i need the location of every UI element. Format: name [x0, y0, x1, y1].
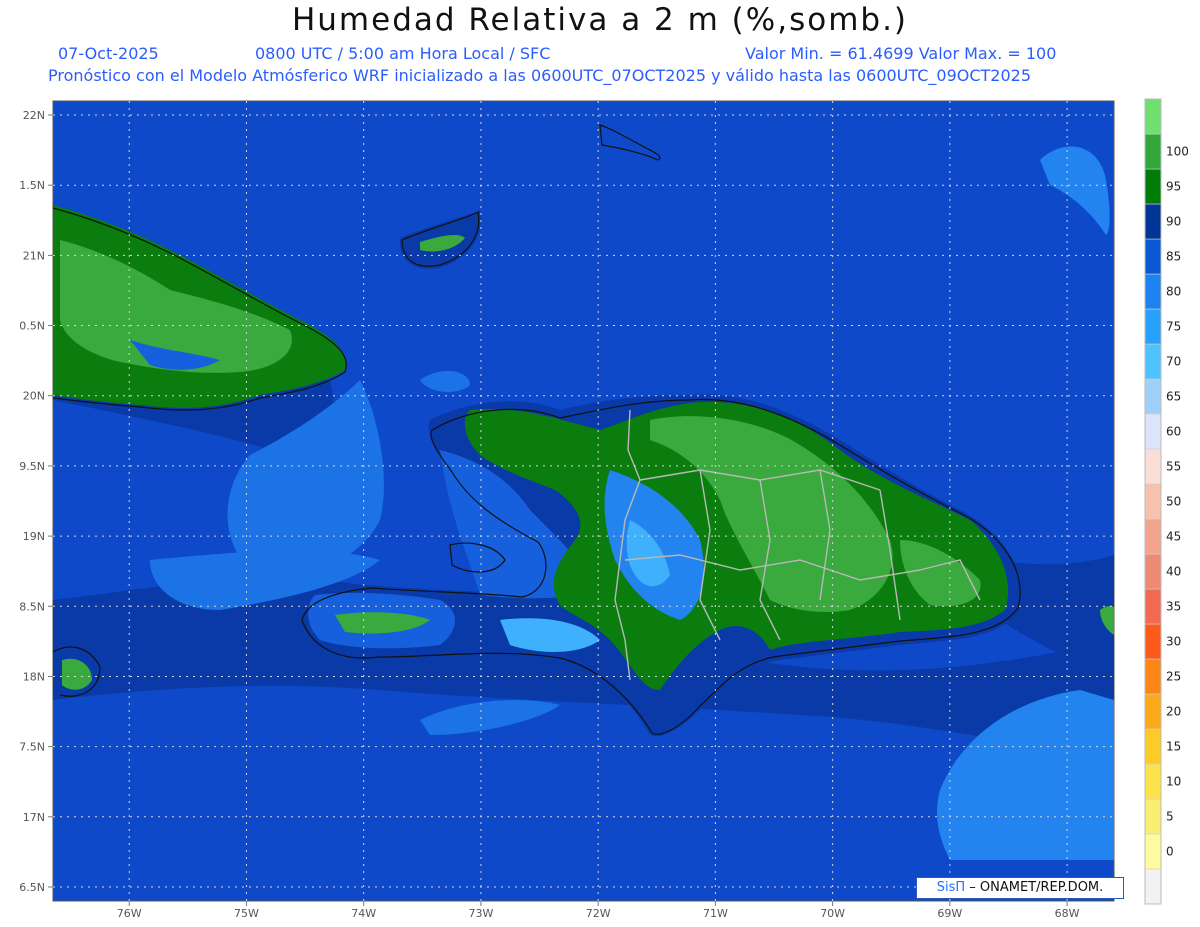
legend-swatch	[1144, 693, 1162, 730]
legend-swatch	[1144, 98, 1162, 135]
legend-label: 70	[1166, 355, 1181, 369]
legend-label: 60	[1166, 425, 1181, 439]
legend-label: 45	[1166, 530, 1181, 544]
legend-label: 5	[1166, 810, 1174, 824]
lat-tick-label: 18N	[23, 670, 45, 683]
legend-label: 10	[1166, 775, 1181, 789]
credit-text: – ONAMET/REP.DOM.	[965, 880, 1104, 895]
lon-tick-label: 76W	[117, 907, 142, 920]
lat-tick-label: 0.5N	[19, 320, 45, 333]
legend-label: 100	[1166, 145, 1189, 159]
legend-swatch	[1144, 833, 1162, 870]
lat-tick-label: 6.5N	[19, 881, 45, 894]
legend-label: 0	[1166, 845, 1174, 859]
legend-swatch	[1144, 588, 1162, 625]
legend-label: 65	[1166, 390, 1181, 404]
legend-swatch	[1144, 448, 1162, 485]
lon-tick-label: 69W	[937, 907, 962, 920]
legend-label: 25	[1166, 670, 1181, 684]
latitude-labels: 22N 1.5N 21N 0.5N 20N 9.5N 19N 8.5N 18N 7.5N 17N 6.…	[19, 109, 53, 894]
lat-tick-label: 19N	[23, 530, 45, 543]
legend-label: 95	[1166, 180, 1181, 194]
lon-tick-label: 70W	[820, 907, 845, 920]
legend-swatch	[1144, 343, 1162, 380]
lat-tick-label: 8.5N	[19, 600, 45, 613]
legend-swatch	[1144, 763, 1162, 800]
legend-swatch	[1144, 413, 1162, 450]
legend-label: 50	[1166, 495, 1181, 509]
legend-colorbar: 0 5 10 15 20 25 30 35 40 45 50 55 60 65 70 75 80 85 90 95 10…	[1144, 98, 1189, 905]
legend-swatch	[1144, 798, 1162, 835]
lat-tick-label: 1.5N	[19, 179, 45, 192]
legend-swatch	[1144, 483, 1162, 520]
legend-label: 30	[1166, 635, 1181, 649]
legend-swatch	[1144, 378, 1162, 415]
credit-brand: SisΠ	[936, 880, 966, 895]
lat-tick-label: 20N	[23, 390, 45, 403]
longitude-labels: 76W 75W 74W 73W 72W 71W 70W 69W 68W	[117, 901, 1080, 920]
legend-label: 35	[1166, 600, 1181, 614]
legend-label: 15	[1166, 740, 1181, 754]
lon-tick-label: 74W	[351, 907, 376, 920]
credit-box: SisΠ – ONAMET/REP.DOM.	[916, 877, 1124, 899]
legend-swatch	[1144, 308, 1162, 345]
legend-swatch	[1144, 238, 1162, 275]
legend-label: 75	[1166, 320, 1181, 334]
legend-label: 80	[1166, 285, 1181, 299]
legend-label: 20	[1166, 705, 1181, 719]
legend-swatch	[1144, 623, 1162, 660]
lat-tick-label: 22N	[23, 109, 45, 122]
lat-tick-label: 7.5N	[19, 741, 45, 754]
lon-tick-label: 68W	[1055, 907, 1080, 920]
legend-swatch	[1144, 518, 1162, 555]
lat-tick-label: 17N	[23, 811, 45, 824]
legend-label: 40	[1166, 565, 1181, 579]
lon-tick-label: 75W	[234, 907, 259, 920]
lat-tick-label: 21N	[23, 249, 45, 262]
legend-swatch	[1144, 133, 1162, 170]
legend-swatch	[1144, 273, 1162, 310]
legend-label: 90	[1166, 215, 1181, 229]
lat-tick-label: 9.5N	[19, 460, 45, 473]
lon-tick-label: 73W	[468, 907, 493, 920]
legend-swatch	[1144, 728, 1162, 765]
lon-tick-label: 71W	[703, 907, 728, 920]
legend-swatch	[1144, 168, 1162, 205]
legend-label: 55	[1166, 460, 1181, 474]
humidity-map: 76W 75W 74W 73W 72W 71W 70W 69W 68W 22N 1.5N 21N 0.…	[19, 98, 1189, 920]
legend-swatch	[1144, 868, 1162, 905]
legend-swatch	[1144, 553, 1162, 590]
legend-label: 85	[1166, 250, 1181, 264]
legend-swatch	[1144, 658, 1162, 695]
legend-swatch	[1144, 203, 1162, 240]
lon-tick-label: 72W	[586, 907, 611, 920]
